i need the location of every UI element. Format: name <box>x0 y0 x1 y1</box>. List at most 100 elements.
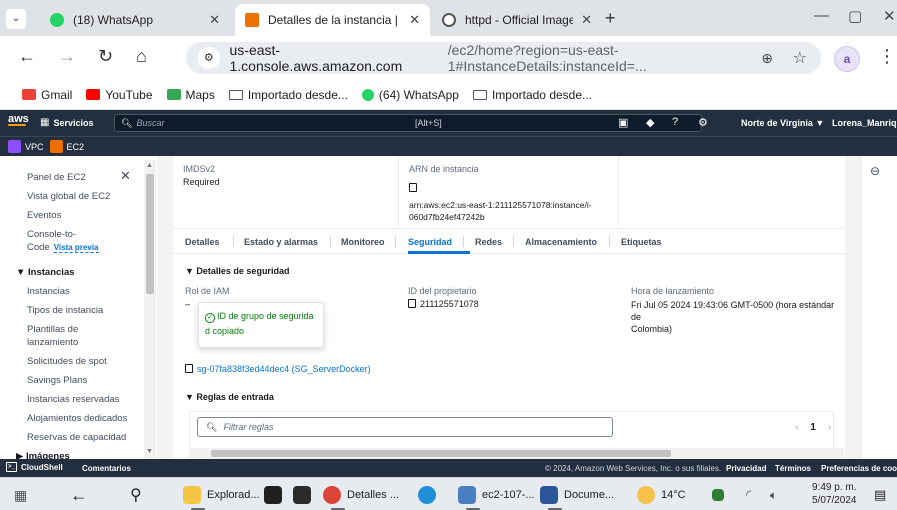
cookie-preferences-link[interactable]: Preferencias de cookies <box>821 464 897 473</box>
inbound-rules-heading[interactable]: ▼ Reglas de entrada <box>185 392 274 402</box>
zoom-icon[interactable]: ⊕ <box>761 50 773 67</box>
copy-icon[interactable] <box>408 299 416 308</box>
home-icon[interactable]: ⌂ <box>136 46 147 67</box>
settings-gear-icon[interactable]: ⚙ <box>698 116 708 129</box>
system-clock[interactable]: 9:49 p. m. 5/07/2024 <box>812 481 857 507</box>
new-tab-plus-icon[interactable]: + <box>605 8 616 29</box>
sidebar-item-spot-requests[interactable]: Solicitudes de spot <box>27 356 107 367</box>
tab-networking[interactable]: Redes <box>475 237 502 247</box>
sidebar-item-ec2-dashboard[interactable]: Panel de EC2 <box>27 172 86 183</box>
security-details-heading[interactable]: ▼ Detalles de seguridad <box>185 266 289 276</box>
browser-menu-icon[interactable]: ⋮ <box>878 46 896 67</box>
bookmark-star-icon[interactable]: ☆ <box>793 48 807 68</box>
tab-security[interactable]: Seguridad <box>408 237 452 247</box>
notification-center-icon[interactable]: ▤ <box>874 484 886 506</box>
filter-rules-input[interactable]: 🔍︎ Filtrar reglas <box>197 417 613 437</box>
tab-search-chevron-icon[interactable]: ⌄ <box>6 9 26 29</box>
prev-page-icon[interactable]: ‹ <box>795 422 798 433</box>
sidebar-scrollbar[interactable]: ▲ ▼ <box>144 160 156 459</box>
taskbar-remote-session[interactable]: ec2-107-... <box>458 484 535 510</box>
address-bar[interactable]: ⚙ us-east-1.console.aws.amazon.com/ec2/h… <box>186 42 821 74</box>
taskbar-chrome[interactable]: Detalles ... <box>323 484 399 510</box>
favorite-ec2[interactable]: EC2 <box>49 140 84 153</box>
current-page[interactable]: 1 <box>810 422 816 433</box>
region-selector[interactable]: Norte de Virginia ▼ <box>741 118 824 128</box>
help-icon[interactable]: ? <box>672 116 678 128</box>
sidebar-item-console-to-code[interactable]: Console-to- <box>27 229 76 240</box>
copy-icon[interactable] <box>185 364 193 373</box>
account-menu[interactable]: Lorena_Manrique ▼ <box>832 118 897 128</box>
close-tab-icon[interactable]: ✕ <box>581 12 592 28</box>
services-menu-button[interactable]: ▦ Servicios <box>40 117 93 128</box>
weather-widget[interactable]: 14°C <box>637 484 686 506</box>
aws-logo[interactable]: aws <box>8 113 29 126</box>
scroll-up-icon[interactable]: ▲ <box>146 162 153 169</box>
wifi-icon[interactable]: ◜ <box>746 484 751 506</box>
tray-app[interactable] <box>712 484 724 506</box>
back-arrow-icon[interactable]: ← <box>18 46 36 67</box>
tab-storage[interactable]: Almacenamiento <box>525 237 597 247</box>
tab-status-alarms[interactable]: Estado y alarmas <box>244 237 318 247</box>
profile-avatar[interactable]: a <box>834 46 860 72</box>
feedback-link[interactable]: Comentarios <box>82 464 131 473</box>
taskbar-mail[interactable] <box>293 484 311 506</box>
taskbar-store[interactable] <box>264 484 282 506</box>
sidebar-item-launch-templates[interactable]: Plantillas de <box>27 324 78 335</box>
bookmark-folder-imported-1[interactable]: Importado desde... <box>228 88 348 102</box>
maximize-icon[interactable]: ▢ <box>848 7 862 25</box>
forward-arrow-icon[interactable]: → <box>58 46 76 67</box>
cloudshell-icon[interactable]: ▣ <box>618 116 628 129</box>
sidebar-item-savings-plans[interactable]: Savings Plans <box>27 375 87 386</box>
sidebar-item-launch-templates-line2[interactable]: lanzamiento <box>27 337 78 348</box>
bookmark-gmail[interactable]: Gmail <box>22 88 72 102</box>
copy-icon[interactable] <box>409 183 417 192</box>
sidebar-item-console-to-code-line2[interactable]: Code Vista previa <box>27 242 99 253</box>
scrollbar-thumb[interactable] <box>211 450 671 457</box>
sidebar-item-dedicated-hosts[interactable]: Alojamientos dedicados <box>27 413 127 424</box>
minimize-icon[interactable]: — <box>814 7 829 24</box>
bookmark-folder-imported-2[interactable]: Importado desde... <box>472 88 592 102</box>
sidebar-item-events[interactable]: Eventos <box>27 210 61 221</box>
sidebar-item-instances[interactable]: Instancias <box>27 286 70 297</box>
tab-ec2-details[interactable]: Detalles de la instancia | EC2 ✕ <box>235 4 430 36</box>
security-group-link[interactable]: sg-07fa838f3ed44dec4 (SG_ServerDocker) <box>197 364 371 374</box>
info-panel-icon[interactable]: ⊖ <box>870 164 880 178</box>
next-page-icon[interactable]: › <box>828 422 831 433</box>
notifications-bell-icon[interactable]: ◆ <box>646 116 654 129</box>
table-horizontal-scrollbar[interactable] <box>189 448 844 459</box>
aws-search-input[interactable]: 🔍︎ Buscar [Alt+S] <box>114 114 702 132</box>
terms-link[interactable]: Términos <box>775 464 811 473</box>
sidebar-section-instances[interactable]: ▼ Instancias <box>16 267 75 278</box>
start-button-icon[interactable]: ▦ <box>14 484 27 506</box>
taskbar-edge[interactable] <box>418 484 436 506</box>
sidebar-item-instance-types[interactable]: Tipos de instancia <box>27 305 103 316</box>
volume-icon[interactable]: 🔈︎ <box>770 484 777 506</box>
taskbar-file-explorer[interactable]: Explorad... <box>183 484 260 510</box>
reload-icon[interactable]: ↻ <box>98 46 113 67</box>
tab-docker-httpd[interactable]: httpd - Official Image | Dock ✕ <box>432 4 602 36</box>
site-settings-icon[interactable]: ⚙ <box>198 47 220 69</box>
close-window-icon[interactable]: ✕ <box>883 7 896 25</box>
tab-whatsapp[interactable]: (18) WhatsApp ✕ <box>40 4 230 36</box>
close-tab-icon[interactable]: ✕ <box>209 12 220 28</box>
close-tab-icon[interactable]: ✕ <box>409 12 420 28</box>
tab-tags[interactable]: Etiquetas <box>621 237 662 247</box>
bookmark-maps[interactable]: Maps <box>166 88 215 102</box>
sidebar-item-capacity-reservations[interactable]: Reservas de capacidad <box>27 432 126 443</box>
taskbar-word[interactable]: Docume... <box>540 484 614 510</box>
bookmark-whatsapp[interactable]: (64) WhatsApp <box>361 88 459 102</box>
sidebar-item-ec2-global-view[interactable]: Vista global de EC2 <box>27 191 110 202</box>
back-arrow-icon[interactable]: ← <box>70 484 88 506</box>
scroll-down-icon[interactable]: ▼ <box>146 448 153 455</box>
favorite-vpc[interactable]: VPC <box>8 140 44 153</box>
close-sidebar-icon[interactable]: ✕ <box>120 168 131 184</box>
search-icon[interactable]: ⚲ <box>130 484 142 506</box>
scrollbar-thumb[interactable] <box>146 174 154 294</box>
bookmark-youtube[interactable]: YouTube <box>86 88 153 102</box>
sidebar-item-reserved-instances[interactable]: Instancias reservadas <box>27 394 119 405</box>
cloudshell-button[interactable]: >_ CloudShell <box>6 462 63 472</box>
tab-monitoring[interactable]: Monitoreo <box>341 237 385 247</box>
privacy-link[interactable]: Privacidad <box>726 464 766 473</box>
tab-details[interactable]: Detalles <box>185 237 220 247</box>
sidebar-section-images[interactable]: ▶ Imágenes <box>16 451 70 459</box>
